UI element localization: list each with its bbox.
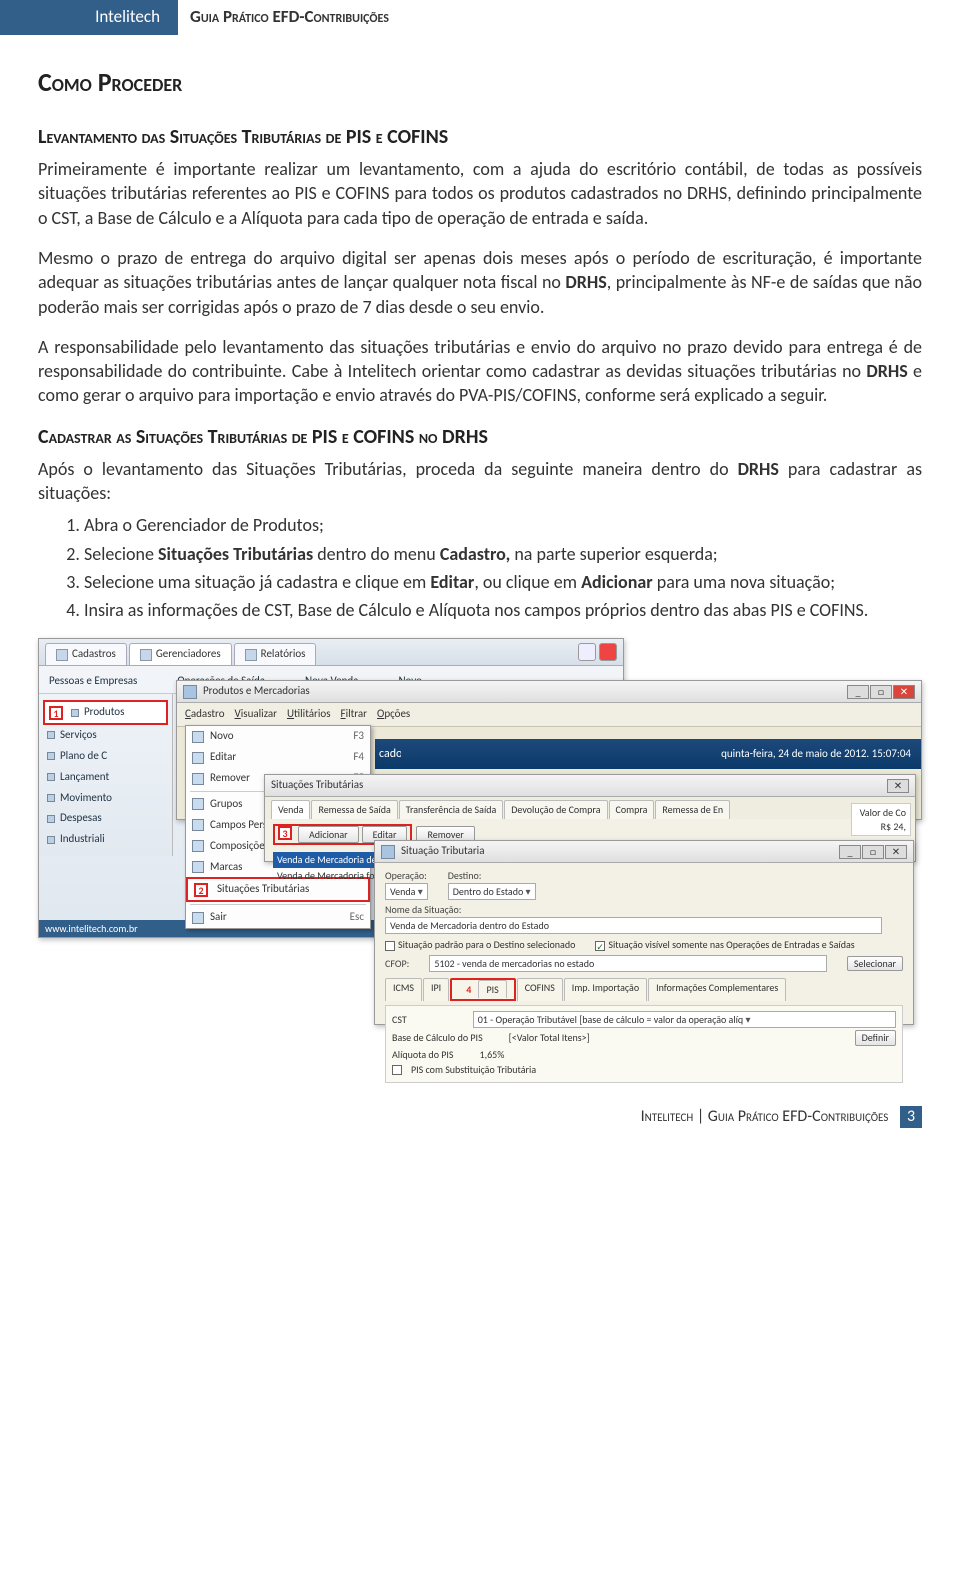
det-tabs: ICMS IPI 4 PIS COFINS Imp. Importação In…: [385, 978, 903, 1001]
tab-imp[interactable]: Imp. Importação: [564, 978, 647, 1001]
tab-icms[interactable]: ICMS: [385, 978, 422, 1001]
menu-visualizar[interactable]: Visualizar: [235, 707, 277, 722]
dd-novo[interactable]: NovoF3: [186, 726, 370, 747]
para-3: A responsabilidade pelo levantamento das…: [38, 335, 922, 408]
destino-select[interactable]: Dentro do Estado: [448, 883, 536, 901]
dd-editar[interactable]: EditarF4: [186, 747, 370, 768]
ops-pessoas[interactable]: Pessoas e Empresas: [49, 674, 137, 689]
sit-tab-remessa[interactable]: Remessa de Saída: [311, 800, 397, 819]
min-btn[interactable]: _: [847, 685, 869, 699]
sit-tab-devol[interactable]: Devolução de Compra: [504, 800, 607, 819]
detail-titlebar: Situação Tributaria _ □ ✕: [375, 841, 913, 863]
situacao-detail-window: Situação Tributaria _ □ ✕ Operação: Vend…: [374, 840, 914, 1025]
folder-icon: [245, 649, 257, 661]
box-icon: [183, 685, 197, 699]
btn-definir[interactable]: Definir: [855, 1030, 896, 1046]
sidebar-lanc[interactable]: Lançament: [43, 767, 168, 788]
minus-icon: [192, 773, 204, 785]
step-4: Insira as informações de CST, Base de Cá…: [84, 598, 922, 622]
situacoes-tabs: Venda Remessa de Saída Transferência de …: [265, 797, 915, 819]
callout-2: 2: [194, 883, 208, 897]
sit-tab-compra[interactable]: Compra: [609, 800, 655, 819]
datetime-banner: quinta-feira, 24 de maio de 2012. 15:07:…: [401, 739, 921, 769]
doc-title: Guia Prático EFD-Contribuições: [178, 0, 401, 35]
heading-como-proceder: Como Proceder: [38, 65, 922, 100]
menu-opcoes[interactable]: Opções: [377, 707, 410, 722]
close-btn[interactable]: ✕: [893, 685, 915, 699]
max-btn[interactable]: □: [870, 685, 892, 699]
tab-cofins[interactable]: COFINS: [517, 978, 563, 1001]
callout-1: 1: [49, 706, 63, 720]
aliquota-value: 1,65%: [480, 1048, 505, 1062]
callout-4: 4: [459, 982, 473, 996]
sidebar-desp[interactable]: Despesas: [43, 808, 168, 829]
dd-sair[interactable]: SairEsc: [186, 907, 370, 928]
page-number: 3: [900, 1106, 922, 1128]
callout-4-box: 4 PIS: [450, 978, 516, 1001]
screenshot-composite: Cadastros Gerenciadores Relatórios Pesso…: [38, 638, 922, 1028]
sidebar-plano[interactable]: Plano de C: [43, 746, 168, 767]
tab-gerenciadores[interactable]: Gerenciadores: [129, 643, 232, 665]
chk-padrao[interactable]: Situação padrão para o Destino seleciona…: [385, 938, 575, 952]
sit-tab-transf[interactable]: Transferência de Saída: [399, 800, 504, 819]
bullet-icon: [71, 709, 79, 717]
nome-input[interactable]: Venda de Mercadoria dentro do Estado: [385, 917, 882, 935]
steps-list: Abra o Gerenciador de Produtos; Selecion…: [38, 513, 922, 622]
doc-header: Intelitech Guia Prático EFD-Contribuiçõe…: [0, 0, 960, 35]
chk-visivel[interactable]: Situação visível somente nas Operações d…: [595, 938, 854, 952]
sit-tab-remessa-en[interactable]: Remessa de En: [655, 800, 730, 819]
tab-cadastros[interactable]: Cadastros: [45, 643, 127, 665]
operacao-select[interactable]: Venda: [385, 883, 428, 901]
close-btn[interactable]: ✕: [887, 779, 909, 793]
produtos-titlebar: Produtos e Mercadorias _ □ ✕: [177, 681, 921, 703]
tab-ipi[interactable]: IPI: [423, 978, 449, 1001]
folder-icon: [140, 649, 152, 661]
sidebar-produtos[interactable]: 1 Produtos: [43, 700, 168, 725]
close-btn[interactable]: ✕: [885, 845, 907, 859]
chk-pis-st[interactable]: [392, 1065, 402, 1075]
tab-pis[interactable]: PIS: [478, 980, 506, 998]
window-btn[interactable]: [578, 643, 596, 661]
min-btn[interactable]: _: [839, 845, 861, 859]
footer: Intelitech | Guia Prático EFD-Contribuiç…: [0, 1088, 960, 1158]
menu-utilitarios[interactable]: Utilitários: [287, 707, 331, 722]
content: Como Proceder Levantamento das Situações…: [0, 65, 960, 1089]
folder-icon: [56, 649, 68, 661]
box-icon: [381, 845, 395, 859]
menu-cadastro[interactable]: Cadastro: [185, 707, 225, 722]
base-value: [<Valor Total Itens>]: [509, 1031, 590, 1045]
step-2: Selecione Situações Tributárias dentro d…: [84, 542, 922, 566]
cst-select[interactable]: 01 - Operação Tributável [base de cálcul…: [473, 1011, 896, 1029]
produtos-menu: Cadastro Visualizar Utilitários Filtrar …: [177, 703, 921, 727]
step-1: Abra o Gerenciador de Produtos;: [84, 513, 922, 537]
btn-selecionar[interactable]: Selecionar: [847, 956, 903, 972]
para-1: Primeiramente é importante realizar um l…: [38, 157, 922, 230]
tab-info[interactable]: Informações Complementares: [648, 978, 786, 1001]
max-btn[interactable]: □: [862, 845, 884, 859]
heading-levantamento: Levantamento das Situações Tributárias d…: [38, 124, 922, 151]
edit-icon: [192, 752, 204, 764]
para-4: Após o levantamento das Situações Tribut…: [38, 457, 922, 506]
menu-filtrar[interactable]: Filtrar: [341, 707, 368, 722]
power-btn[interactable]: [599, 643, 617, 661]
exit-icon: [192, 912, 204, 924]
valor-col: Valor de CoR$ 24,: [851, 803, 911, 836]
brand-box: Intelitech: [0, 0, 178, 35]
sit-tab-venda[interactable]: Venda: [271, 800, 310, 819]
callout-3: 3: [278, 826, 292, 840]
cfop-field[interactable]: 5102 - venda de mercadorias no estado: [429, 955, 827, 973]
sidebar-mov[interactable]: Movimento: [43, 788, 168, 809]
btn-adicionar[interactable]: Adicionar: [298, 826, 359, 844]
step-3: Selecione uma situação já cadastra e cli…: [84, 570, 922, 594]
tab-relatorios[interactable]: Relatórios: [234, 643, 317, 665]
para-2: Mesmo o prazo de entrega do arquivo digi…: [38, 246, 922, 319]
heading-cadastrar: Cadastrar as Situações Tributárias de PI…: [38, 424, 922, 451]
sidebar: 1 Produtos Serviços Plano de C Lançament…: [39, 694, 173, 856]
plus-icon: [192, 731, 204, 743]
situacoes-titlebar: Situações Tributárias ✕: [265, 775, 915, 797]
sidebar-servicos[interactable]: Serviços: [43, 725, 168, 746]
sidebar-ind[interactable]: Industriali: [43, 829, 168, 850]
